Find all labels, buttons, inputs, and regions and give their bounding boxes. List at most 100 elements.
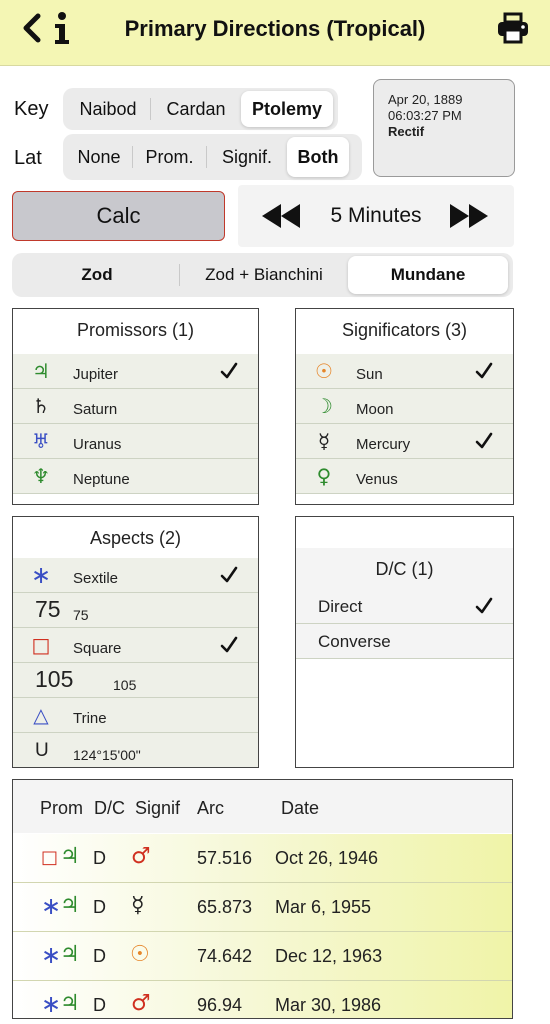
aspect-105-row[interactable]: 105 105 (13, 663, 258, 698)
dc-cell: D (93, 897, 106, 917)
step-control: 5 Minutes (238, 185, 514, 247)
key-label: Key (14, 98, 49, 120)
aspect-degree: U (35, 740, 49, 761)
header-bar: Primary Directions (Tropical) (0, 0, 550, 66)
dc-cell: D (93, 848, 106, 868)
mode-option-zod[interactable]: Zod (15, 256, 179, 294)
trine-icon: △ (33, 703, 49, 727)
chart-date-box[interactable]: Apr 20, 1889 06:03:27 PM Rectif (373, 79, 515, 177)
info-icon[interactable] (52, 10, 72, 46)
significators-title: Significators (3) (341, 320, 468, 340)
key-option-naibod[interactable]: Naibod (66, 91, 150, 127)
promissor-saturn-row[interactable]: ♄ Saturn (13, 389, 258, 424)
sextile-icon: ∗ (41, 941, 62, 969)
significators-panel: Significators (3) ☉ Sun ☽ Moon ☿ Mercury… (295, 308, 514, 505)
dc-converse-row[interactable]: Converse (296, 624, 513, 659)
mode-option-zod-bianchini[interactable]: Zod + Bianchini (180, 256, 348, 294)
aspect-custom-row[interactable]: U 124°15'00" (13, 733, 258, 767)
aspect-label: Square (73, 640, 122, 657)
jupiter-icon: ♃ (60, 942, 80, 967)
aspect-label: Sextile (73, 570, 119, 587)
chart-time: 06:03:27 PM (388, 108, 462, 123)
date-cell: Mar 30, 1986 (275, 995, 382, 1015)
significator-mercury-row[interactable]: ☿ Mercury (296, 424, 513, 459)
table-row[interactable]: ∗ ♃ D ☉ 74.642 Dec 12, 1963 (13, 932, 512, 981)
aspect-75-row[interactable]: 75 75 (13, 593, 258, 628)
square-icon: □ (41, 847, 59, 868)
rewind-icon[interactable] (260, 203, 302, 229)
significator-moon-row[interactable]: ☽ Moon (296, 389, 513, 424)
results-table: Prom D/C Signif Arc Date □ ♃ D ♂ 57.516 … (12, 779, 513, 1019)
chart-date: Apr 20, 1889 (388, 92, 463, 107)
fast-forward-icon[interactable] (448, 203, 490, 229)
date-cell: Dec 12, 1963 (275, 946, 383, 966)
lat-segmented-control: None Prom. Signif. Both (63, 134, 362, 180)
significator-label: Sun (356, 366, 383, 383)
significator-label: Moon (356, 401, 394, 418)
dc-label: Direct (318, 597, 363, 616)
uranus-icon: ♅ (32, 429, 50, 453)
checkmark-icon (220, 636, 238, 654)
mercury-icon: ☿ (131, 893, 145, 918)
promissor-label: Saturn (73, 401, 118, 418)
key-option-ptolemy[interactable]: Ptolemy (241, 91, 333, 127)
mode-option-mundane[interactable]: Mundane (348, 256, 508, 294)
page-title: Primary Directions (Tropical) (124, 16, 426, 41)
date-cell: Mar 6, 1955 (275, 897, 372, 917)
square-icon: □ (31, 633, 51, 657)
table-row[interactable]: ∗ ♃ D ☿ 65.873 Mar 6, 1955 (13, 883, 512, 932)
table-row[interactable]: ∗ ♃ D ♂ 96.94 Mar 30, 1986 (13, 981, 512, 1018)
promissors-title: Promissors (1) (76, 320, 194, 340)
promissor-jupiter-row[interactable]: ♃ Jupiter (13, 354, 258, 389)
promissor-label: Jupiter (73, 366, 119, 383)
lat-option-none[interactable]: None (66, 137, 132, 177)
aspect-label: 75 (73, 607, 89, 623)
sextile-icon: ∗ (41, 892, 62, 920)
mode-segmented-control: Zod Zod + Bianchini Mundane (12, 253, 513, 297)
dc-cell: D (93, 995, 106, 1015)
printer-icon[interactable] (496, 12, 530, 44)
lat-option-signif[interactable]: Signif. (207, 137, 287, 177)
sextile-icon: ∗ (30, 561, 52, 589)
column-header-dc: D/C (94, 798, 125, 818)
checkmark-icon (220, 362, 238, 380)
calc-button[interactable]: Calc (12, 191, 225, 241)
aspects-list: ∗ Sextile 75 75 □ Square 105 105 △ Trine… (13, 558, 258, 767)
checkmark-icon (475, 432, 493, 450)
column-header-prom: Prom (40, 798, 84, 818)
checkmark-icon (475, 362, 493, 380)
sun-icon: ☉ (315, 359, 333, 383)
dc-title: D/C (1) (375, 559, 434, 579)
arc-cell: 57.516 (197, 848, 253, 868)
dc-list: Direct Converse (296, 589, 513, 659)
arc-cell: 74.642 (197, 946, 253, 966)
back-chevron-icon[interactable] (20, 12, 46, 44)
sextile-icon: ∗ (41, 990, 62, 1018)
lat-option-prom[interactable]: Prom. (133, 137, 206, 177)
promissor-neptune-row[interactable]: ♆ Neptune (13, 459, 258, 494)
significator-label: Mercury (356, 436, 411, 453)
jupiter-icon: ♃ (32, 359, 50, 383)
aspect-square-row[interactable]: □ Square (13, 628, 258, 663)
significator-sun-row[interactable]: ☉ Sun (296, 354, 513, 389)
significator-label: Venus (356, 471, 398, 488)
sun-icon: ☉ (130, 942, 150, 967)
aspect-trine-row[interactable]: △ Trine (13, 698, 258, 733)
promissor-label: Uranus (73, 436, 122, 453)
column-header-date: Date (281, 798, 320, 818)
lat-option-both[interactable]: Both (287, 137, 349, 177)
aspect-degree: 105 (35, 666, 74, 692)
checkmark-icon (220, 566, 238, 584)
promissor-uranus-row[interactable]: ♅ Uranus (13, 424, 258, 459)
arc-cell: 96.94 (197, 995, 243, 1015)
key-option-cardan[interactable]: Cardan (151, 91, 241, 127)
column-header-signif: Signif (135, 798, 181, 818)
table-row[interactable]: □ ♃ D ♂ 57.516 Oct 26, 1946 (13, 834, 512, 883)
significators-list: ☉ Sun ☽ Moon ☿ Mercury ♀ Venus (296, 354, 513, 494)
dc-direct-row[interactable]: Direct (296, 589, 513, 624)
aspect-label: 124°15'00" (73, 747, 141, 763)
significator-venus-row[interactable]: ♀ Venus (296, 459, 513, 494)
aspect-degree: 75 (35, 596, 61, 622)
aspect-sextile-row[interactable]: ∗ Sextile (13, 558, 258, 593)
dc-cell: D (93, 946, 106, 966)
